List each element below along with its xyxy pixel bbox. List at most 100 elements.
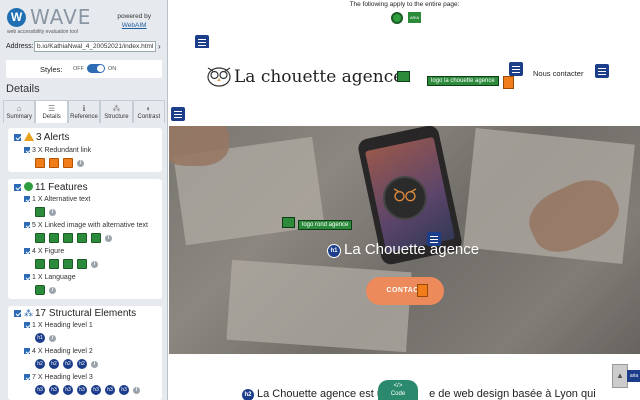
heading-level-3-icon[interactable]: h3 <box>105 385 115 395</box>
alert-item-checkbox[interactable] <box>24 147 30 154</box>
heading-level-2-icon[interactable]: h2 <box>49 359 59 369</box>
features-heading[interactable]: 11 Features <box>14 182 88 193</box>
structure-checkbox[interactable] <box>14 309 21 317</box>
page-level-icons: ARIA <box>391 12 421 24</box>
linked-image-icon[interactable] <box>397 71 410 82</box>
tab-label: Summary <box>6 114 33 120</box>
address-go-icon[interactable]: › <box>158 42 161 51</box>
language-icon[interactable] <box>391 12 403 24</box>
language-icon[interactable] <box>35 285 45 295</box>
alert-item[interactable]: 3 X Redundant link <box>24 147 91 154</box>
heading-level-2-icon[interactable]: h2 <box>77 359 87 369</box>
heading-level-3-icon[interactable]: h3 <box>91 385 101 395</box>
info-icon[interactable]: i <box>77 159 84 167</box>
list-icon[interactable] <box>509 62 523 76</box>
nav-contact-link[interactable]: Nous contacter <box>533 69 583 78</box>
list-icon[interactable] <box>195 35 209 49</box>
owl-logo-icon[interactable] <box>206 65 232 87</box>
linked-image-icon[interactable] <box>91 233 101 243</box>
figure-icon[interactable] <box>49 259 59 269</box>
wave-title: WAVE <box>30 5 92 29</box>
tab-summary[interactable]: ⌂ Summary <box>3 100 36 123</box>
hero-image: logo rond agence <box>169 126 640 354</box>
feature-item[interactable]: 4 X Figure <box>24 248 64 255</box>
code-toggle-button[interactable]: </> Code <box>378 380 418 400</box>
redundant-link-icon[interactable] <box>63 158 73 168</box>
wave-tabs: ⌂ Summary ☰ Details ℹ Reference ⁂ Structure … <box>3 100 166 123</box>
list-icon[interactable] <box>171 107 185 121</box>
structure-heading-text: 17 Structural Elements <box>35 308 137 319</box>
redundant-link-icon[interactable] <box>503 76 514 89</box>
redundant-link-icon[interactable] <box>417 284 428 297</box>
address-input[interactable]: b.io/KathiaNwal_4_20052021/index.html <box>34 41 156 52</box>
address-label: Address: <box>6 43 34 50</box>
alerts-heading-text: 3 Alerts <box>36 132 70 143</box>
info-icon[interactable]: i <box>91 260 98 268</box>
alt-text-icon[interactable] <box>35 207 45 217</box>
features-checkbox[interactable] <box>14 183 21 191</box>
heading-level-2-icon[interactable]: h2 <box>241 388 255 400</box>
tab-reference[interactable]: ℹ Reference <box>67 100 101 123</box>
heading-level-2-icon[interactable]: h2 <box>35 359 45 369</box>
alerts-heading[interactable]: 3 Alerts <box>14 132 69 143</box>
heading-level-3-icon[interactable]: h3 <box>49 385 59 395</box>
figure-icon[interactable] <box>63 259 73 269</box>
feature-item[interactable]: 1 X Alternative text <box>24 196 90 203</box>
feature-item-checkbox[interactable] <box>24 274 30 281</box>
heading-level-3-icon[interactable]: h3 <box>63 385 73 395</box>
structure-heading[interactable]: ⁂ 17 Structural Elements <box>14 308 136 319</box>
contact-button[interactable]: CONTACT <box>366 277 444 305</box>
heading-level-3-icon[interactable]: h3 <box>35 385 45 395</box>
list-icon[interactable] <box>595 64 609 78</box>
feature-item-checkbox[interactable] <box>24 222 30 229</box>
heading-level-2-icon[interactable]: h2 <box>63 359 73 369</box>
linked-image-icon[interactable] <box>49 233 59 243</box>
info-icon[interactable]: i <box>49 208 56 216</box>
tab-details[interactable]: ☰ Details <box>35 100 68 123</box>
structure-item-checkbox[interactable] <box>24 348 30 355</box>
feature-item[interactable]: 1 X Language <box>24 274 76 281</box>
scroll-top-button[interactable]: ▲ <box>612 364 628 388</box>
feature-item-checkbox[interactable] <box>24 196 30 203</box>
hero-overlay <box>169 126 640 354</box>
powered-by: powered by WebAIM <box>117 12 151 30</box>
round-logo[interactable] <box>383 176 427 220</box>
figure-icon[interactable] <box>35 259 45 269</box>
round-logo-alt-text: logo rond agence <box>298 220 353 230</box>
feature-item[interactable]: 5 X Linked image with alternative text <box>24 222 148 229</box>
linked-image-icon[interactable] <box>77 233 87 243</box>
structure-item-checkbox[interactable] <box>24 374 30 381</box>
linked-image-icon[interactable] <box>63 233 73 243</box>
heading-level-3-icon[interactable]: h3 <box>119 385 129 395</box>
structure-item-checkbox[interactable] <box>24 322 30 329</box>
heading-level-1-icon[interactable]: h1 <box>35 333 45 343</box>
info-icon[interactable]: i <box>49 286 56 294</box>
feature-icon-row: i <box>35 233 112 243</box>
alerts-checkbox[interactable] <box>14 133 21 141</box>
wave-subtitle: web accessibility evaluation tool <box>7 29 78 35</box>
feature-item-checkbox[interactable] <box>24 248 30 255</box>
redundant-link-icon[interactable] <box>49 158 59 168</box>
aria-icon[interactable]: ARIA <box>408 12 421 23</box>
wave-header: W WAVE web accessibility evaluation tool… <box>0 0 167 38</box>
redundant-link-icon[interactable] <box>35 158 45 168</box>
webaim-link[interactable]: WebAIM <box>117 21 151 30</box>
structure-item-label: 4 X Heading level 2 <box>32 348 93 355</box>
heading-level-3-icon[interactable]: h3 <box>77 385 87 395</box>
info-icon[interactable]: i <box>105 234 112 242</box>
aria-icon[interactable]: aria <box>627 370 640 382</box>
info-icon[interactable]: i <box>91 360 98 368</box>
structure-item[interactable]: 7 X Heading level 3 <box>24 374 93 381</box>
structure-item[interactable]: 1 X Heading level 1 <box>24 322 93 329</box>
tab-contrast[interactable]: ◐ Contrast <box>132 100 166 123</box>
alt-text-icon[interactable] <box>282 217 295 228</box>
linked-image-icon[interactable] <box>35 233 45 243</box>
info-icon[interactable]: i <box>133 386 140 394</box>
structure-item[interactable]: 4 X Heading level 2 <box>24 348 93 355</box>
heading-level-1-icon[interactable]: h1 <box>327 244 341 258</box>
figure-icon[interactable] <box>77 259 87 269</box>
site-brand[interactable]: La chouette agence <box>234 67 403 87</box>
info-icon[interactable]: i <box>49 334 56 342</box>
tab-structure[interactable]: ⁂ Structure <box>100 100 133 123</box>
styles-toggle[interactable] <box>87 64 105 73</box>
